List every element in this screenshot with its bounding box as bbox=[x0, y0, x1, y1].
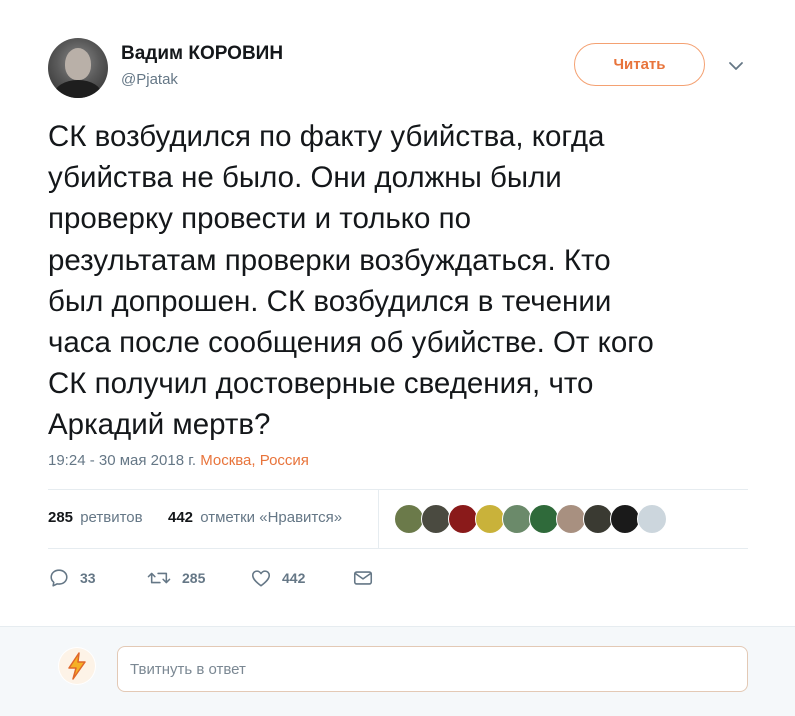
liker-avatar[interactable] bbox=[502, 504, 532, 534]
liker-avatar[interactable] bbox=[610, 504, 640, 534]
reply-count: 33 bbox=[80, 570, 96, 586]
tweet-stats: 285 ретвитов 442 отметки «Нравится» bbox=[48, 490, 748, 548]
user-name[interactable]: Вадим КОРОВИН bbox=[121, 43, 283, 65]
tweet-line: проверку провести и только по bbox=[48, 202, 472, 236]
tweet-line: СК получил достоверные сведения, что bbox=[48, 367, 594, 401]
liker-avatar[interactable] bbox=[583, 504, 613, 534]
chevron-down-icon bbox=[729, 62, 743, 70]
liker-avatar[interactable] bbox=[448, 504, 478, 534]
direct-message-button[interactable] bbox=[352, 566, 374, 590]
tweet-line: результатам проверки возбуждаться. Кто bbox=[48, 243, 611, 277]
heart-icon bbox=[251, 570, 271, 587]
avatar-face bbox=[65, 48, 91, 80]
retweet-icon bbox=[147, 572, 171, 584]
liker-avatar[interactable] bbox=[421, 504, 451, 534]
tweet-header: Вадим КОРОВИН @Pjatak Читать bbox=[48, 38, 748, 98]
avatar-shoulders bbox=[54, 80, 102, 98]
reply-icon bbox=[50, 569, 68, 587]
tweet-meta: 19:24 - 30 мая 2018 г. Москва, Россия bbox=[48, 452, 309, 469]
tweet-timestamp[interactable]: 19:24 - 30 мая 2018 г. bbox=[48, 452, 196, 469]
user-handle[interactable]: @Pjatak bbox=[121, 71, 178, 88]
retweet-button[interactable]: 285 bbox=[146, 566, 205, 590]
liker-avatar[interactable] bbox=[556, 504, 586, 534]
tweet-line: СК возбудился по факту убийства, когда bbox=[48, 120, 605, 153]
reply-area bbox=[0, 626, 795, 716]
likes-label: отметки «Нравится» bbox=[200, 509, 343, 526]
tweet-actions: 33 285 442 bbox=[48, 566, 448, 590]
tweet-text: СК возбудился по факту убийства, когда у… bbox=[48, 116, 768, 446]
tweet-line: часа после сообщения об убийстве. От ког… bbox=[48, 326, 654, 360]
user-avatar[interactable] bbox=[48, 38, 108, 98]
liker-avatar[interactable] bbox=[475, 504, 505, 534]
divider bbox=[48, 548, 748, 549]
retweets-label: ретвитов bbox=[80, 509, 143, 526]
retweets-stat[interactable]: 285 ретвитов bbox=[48, 509, 143, 526]
retweets-count: 285 bbox=[48, 509, 74, 526]
like-count: 442 bbox=[282, 570, 306, 586]
tweet-location-link[interactable]: Москва, Россия bbox=[200, 452, 309, 469]
tweet-line: был допрошен. СК возбудился в течении bbox=[48, 284, 612, 318]
liker-avatar[interactable] bbox=[637, 504, 667, 534]
liker-avatar[interactable] bbox=[394, 504, 424, 534]
tweet-line: убийства не было. Они должны были bbox=[48, 161, 562, 195]
tweet-line: Аркадий мертв? bbox=[48, 408, 271, 442]
stats-separator bbox=[378, 490, 379, 548]
lightning-avatar-icon bbox=[59, 648, 95, 684]
message-icon bbox=[353, 571, 373, 585]
my-avatar bbox=[58, 647, 96, 685]
likes-count: 442 bbox=[168, 509, 194, 526]
retweet-count: 285 bbox=[182, 570, 206, 586]
more-options-button[interactable] bbox=[724, 54, 748, 78]
reply-input[interactable] bbox=[117, 646, 748, 692]
follow-button[interactable]: Читать bbox=[574, 43, 705, 86]
like-button[interactable]: 442 bbox=[250, 566, 305, 590]
likes-stat[interactable]: 442 отметки «Нравится» bbox=[168, 509, 342, 526]
reply-button[interactable]: 33 bbox=[48, 566, 96, 590]
liker-avatar[interactable] bbox=[529, 504, 559, 534]
